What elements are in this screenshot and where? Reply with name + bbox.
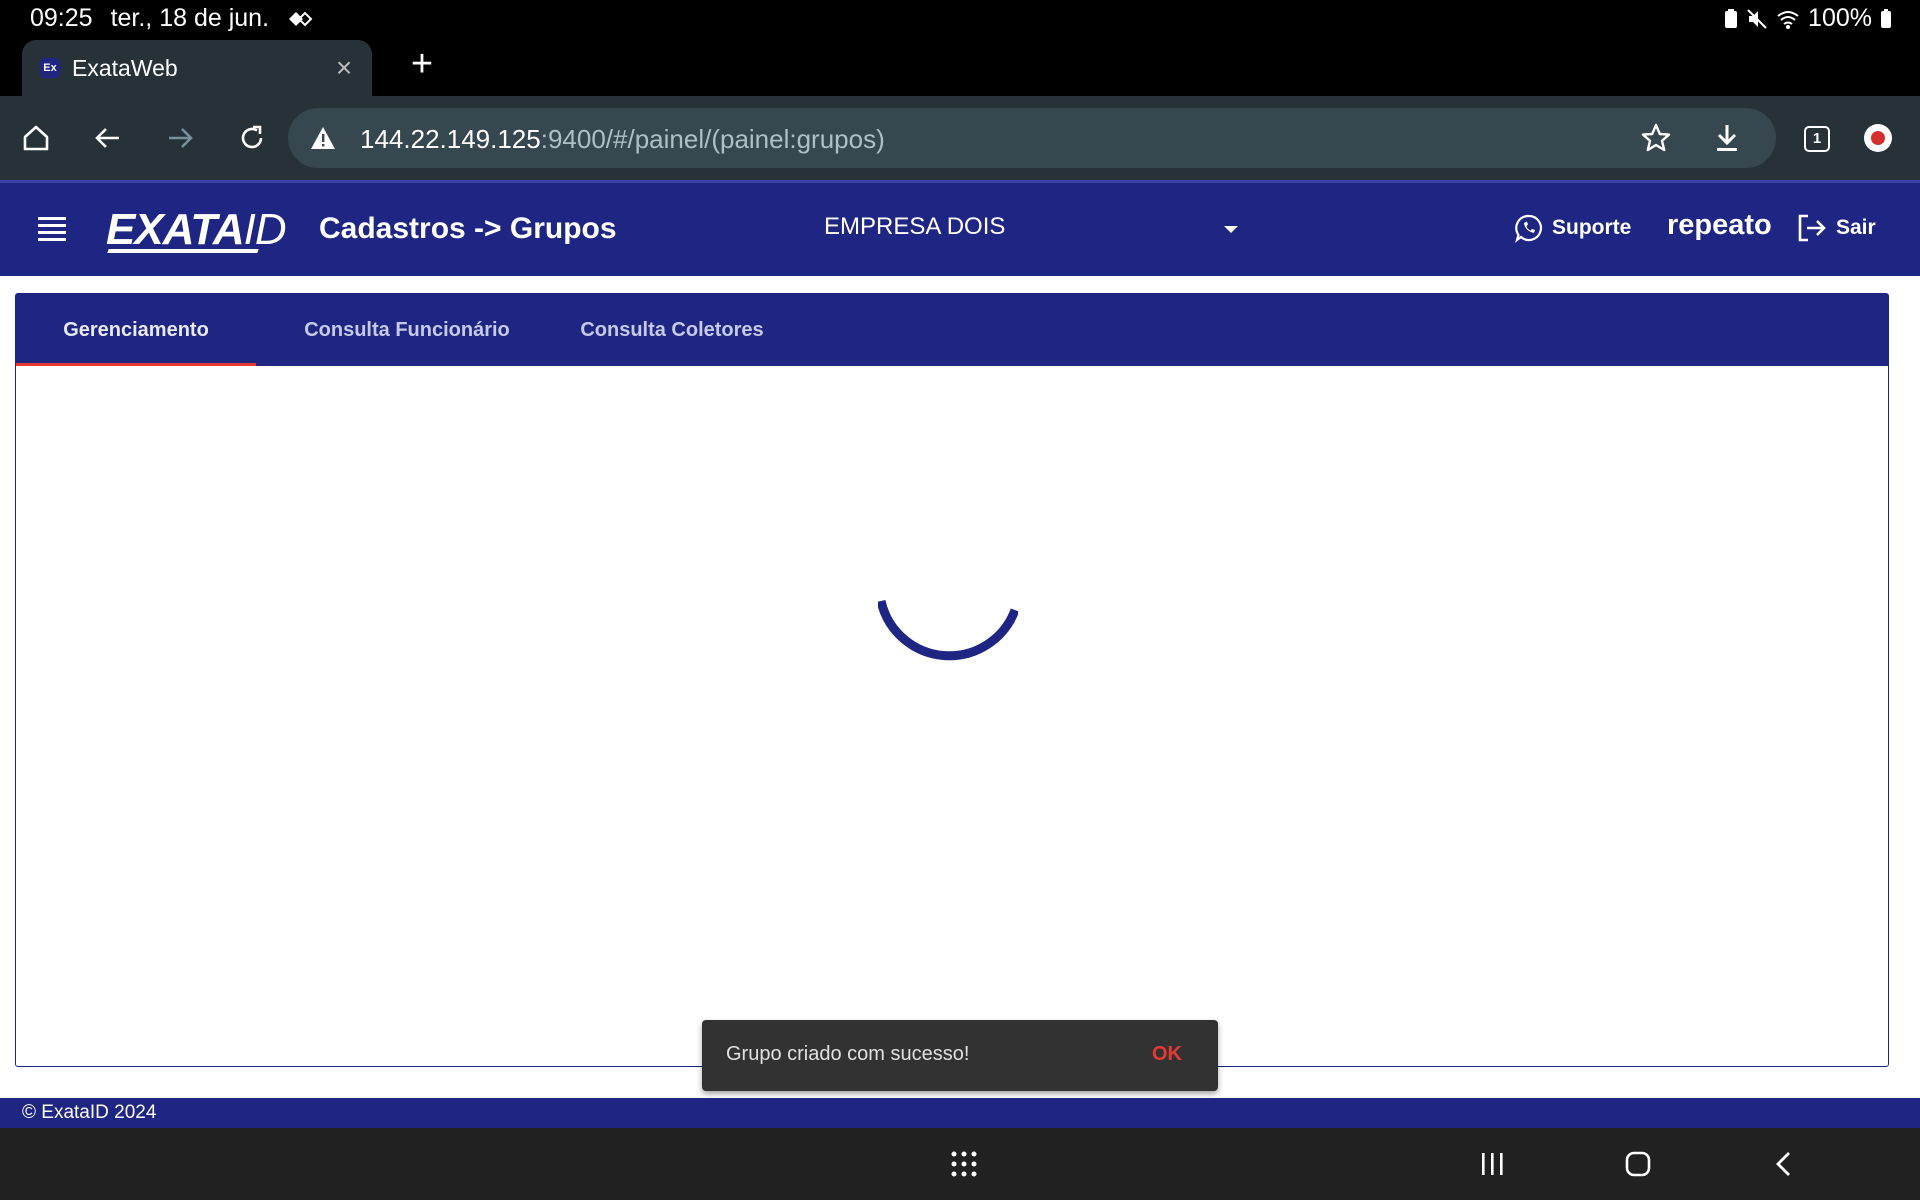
back-nav-button[interactable] (1764, 1146, 1804, 1182)
battery-percent: 100% (1808, 4, 1872, 32)
home-circle-icon (1625, 1151, 1651, 1177)
download-icon[interactable] (1712, 122, 1742, 154)
url-path: :9400/#/painel/(painel:grupos) (540, 124, 885, 154)
app-header: EXATAID Cadastros -> Grupos EMPRESA DOIS… (0, 180, 1920, 276)
arrow-left-icon (95, 128, 119, 148)
profile-upload-icon[interactable] (1864, 124, 1892, 152)
favicon-icon: Ex (40, 58, 60, 78)
battery-saver-icon (1725, 8, 1738, 28)
battery-icon (1881, 8, 1891, 28)
reload-icon (241, 125, 263, 149)
home-icon (23, 125, 49, 151)
new-tab-button[interactable]: + (404, 42, 440, 86)
browser-toolbar: 144.22.149.125:9400/#/painel/(painel:gru… (0, 96, 1920, 180)
back-button[interactable] (84, 114, 132, 162)
logo-suffix: ID (243, 205, 287, 254)
logout-label: Sair (1836, 216, 1876, 239)
logo-underline (107, 249, 259, 253)
browser-tab-strip: Ex ExataWeb × + (0, 36, 1920, 96)
status-bar: 09:25 ter., 18 de jun. 100% (0, 0, 1920, 36)
logo[interactable]: EXATAID (106, 205, 287, 255)
dual-diamond-icon (289, 11, 313, 26)
support-button[interactable]: Suporte (1514, 213, 1631, 243)
active-tab-indicator (16, 363, 256, 366)
warning-icon[interactable] (310, 126, 336, 150)
snackbar-ok-button[interactable]: OK (1152, 1043, 1182, 1066)
recents-icon (1482, 1153, 1503, 1175)
app-grid-icon (951, 1151, 977, 1177)
username: repeato (1667, 209, 1772, 241)
address-bar[interactable]: 144.22.149.125:9400/#/painel/(painel:gru… (288, 108, 1776, 168)
reload-button[interactable] (228, 114, 276, 162)
hamburger-menu-icon[interactable] (38, 217, 66, 241)
arrow-right-icon (169, 128, 193, 148)
tab-gerenciamento[interactable]: Gerenciamento (16, 294, 256, 366)
app-grid-button[interactable] (944, 1146, 984, 1182)
status-time: 09:25 (30, 4, 93, 32)
tab-consulta-funcionario[interactable]: Consulta Funcionário (286, 294, 528, 366)
footer: © ExataID 2024 (0, 1098, 1920, 1128)
snackbar: Grupo criado com sucesso! OK (702, 1020, 1218, 1091)
mute-icon (1747, 8, 1767, 29)
page-title: Cadastros -> Grupos (319, 212, 617, 245)
star-icon[interactable] (1640, 122, 1672, 154)
tab-bar: Gerenciamento Consulta Funcionário Consu… (16, 294, 1888, 366)
status-date: ter., 18 de jun. (110, 4, 270, 32)
snackbar-message: Grupo criado com sucesso! (726, 1043, 970, 1065)
logo-main: EXATA (106, 205, 245, 254)
url-host: 144.22.149.125 (360, 124, 541, 154)
recents-button[interactable] (1472, 1146, 1512, 1182)
tab-consulta-coletores[interactable]: Consulta Coletores (556, 294, 788, 366)
footer-copyright: © ExataID 2024 (22, 1102, 157, 1123)
home-nav-button[interactable] (1618, 1146, 1658, 1182)
chevron-down-icon[interactable] (1224, 226, 1238, 233)
logout-button[interactable]: Sair (1796, 213, 1876, 243)
loading-spinner (878, 599, 1018, 661)
browser-tab[interactable]: Ex ExataWeb × (22, 40, 372, 96)
url-text[interactable]: 144.22.149.125:9400/#/painel/(painel:gru… (360, 124, 885, 155)
close-icon[interactable]: × (330, 54, 358, 82)
forward-button[interactable] (156, 114, 204, 162)
web-page: EXATAID Cadastros -> Grupos EMPRESA DOIS… (0, 180, 1920, 1128)
chevron-left-icon (1776, 1152, 1790, 1176)
home-button[interactable] (12, 114, 60, 162)
browser-tab-title: ExataWeb (72, 54, 178, 81)
tab-switcher-button[interactable]: 1 (1804, 126, 1830, 152)
wifi-icon (1777, 10, 1799, 29)
company-select[interactable]: EMPRESA DOIS (824, 213, 1005, 241)
logout-icon (1798, 214, 1826, 242)
whatsapp-icon (1514, 214, 1543, 243)
support-label: Suporte (1552, 216, 1632, 239)
system-nav-bar (0, 1128, 1920, 1200)
